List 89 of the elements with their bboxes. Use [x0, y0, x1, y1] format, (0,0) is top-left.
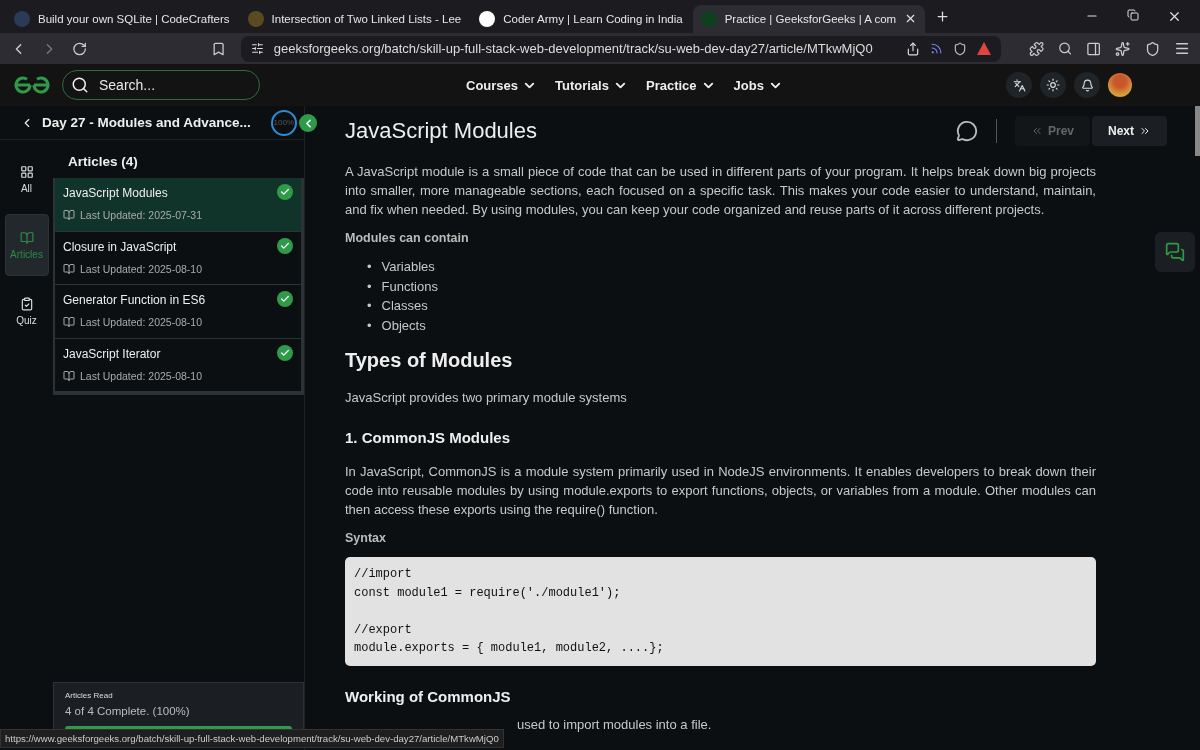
bullet: •: [367, 258, 372, 276]
shield-icon[interactable]: [952, 41, 967, 56]
article-title: JavaScript Iterator: [63, 346, 162, 361]
grid-icon: [19, 164, 34, 179]
reload-icon[interactable]: [72, 40, 88, 57]
nav-menu[interactable]: Courses: [466, 77, 538, 93]
status-url: https://www.geeksforgeeks.org/batch/skill-up-full-stack-web-development/track/su-web-dev-day27/article/MTkwMjQ0: [0, 729, 504, 748]
chat-button[interactable]: [1155, 232, 1195, 272]
progress-text: 4 of 4 Complete. (100%): [65, 705, 191, 717]
site-favicon: [479, 10, 496, 27]
article-item[interactable]: JavaScript Modules Last Updated: 2025-07-31: [55, 178, 301, 232]
updated-date: Last Updated: 2025-08-10: [80, 262, 202, 275]
updated-date: Last Updated: 2025-08-10: [80, 369, 202, 382]
notification-button[interactable]: [1074, 72, 1100, 98]
nav-menu[interactable]: Practice: [645, 77, 716, 93]
sidebar-tab[interactable]: Quiz: [4, 280, 49, 342]
translate-button[interactable]: [1006, 72, 1032, 98]
section-heading: Types of Modules: [345, 349, 514, 372]
browser-tab[interactable]: Coder Army | Learn Coding in India: [471, 4, 691, 33]
browser-tab[interactable]: Practice | GeeksforGeeks | A com: [692, 4, 926, 33]
article-title: JavaScript Modules: [63, 186, 169, 200]
sparkle-icon[interactable]: [1115, 40, 1131, 57]
triangle-icon[interactable]: [976, 42, 991, 55]
paragraph: JavaScript provides two primary module systems: [345, 389, 628, 407]
avatar[interactable]: [1108, 73, 1132, 97]
restore-icon[interactable]: [1127, 9, 1139, 21]
book-icon: [63, 369, 75, 382]
nav-menu[interactable]: Tutorials: [555, 77, 628, 93]
bell-icon: [1080, 78, 1094, 92]
section-label: Modules can contain: [345, 231, 470, 245]
search-icon: [71, 76, 89, 94]
sidebar-tab[interactable]: Articles: [4, 214, 49, 276]
double-chevron-icon: [1139, 125, 1151, 137]
nav-menu[interactable]: Jobs: [733, 77, 783, 93]
list-item: Classes: [381, 297, 428, 315]
article-title: Closure in JavaScript: [63, 239, 178, 254]
site-settings-icon[interactable]: [250, 42, 264, 55]
subsection-heading: 1. CommonJS Modules: [345, 429, 512, 446]
subsection-heading: Working of CommonJS: [345, 687, 512, 705]
translate-icon: [1012, 78, 1026, 92]
list-item: Objects: [381, 316, 426, 335]
theme-button[interactable]: [1040, 72, 1066, 98]
paragraph: In JavaScript, CommonJS is a module system primarily used in NodeJS environments. It enables developers to break down their code into reusable modules by using module.exports to export functions, objects, or variables from a module. Other modules can then access these exports using the require() function.: [345, 463, 1096, 519]
bullet: •: [367, 297, 372, 315]
day-title: Day 27 - Modules and Advance...: [42, 115, 251, 130]
book-icon: [63, 209, 75, 221]
list-item: Variables: [381, 258, 435, 276]
extensions-icon[interactable]: [1028, 40, 1044, 57]
menu-icon[interactable]: [1173, 40, 1190, 57]
collapse-button[interactable]: [299, 114, 317, 132]
address-bar[interactable]: geeksforgeeks.org/batch/skill-up-full-stack-web-development/track/su-web-dev-day27/article/MTkwMjQ0: [240, 35, 1001, 62]
bullet: •: [367, 277, 372, 296]
site-favicon: [247, 10, 264, 27]
book-icon: [19, 230, 34, 245]
site-favicon: [14, 10, 30, 27]
site-favicon: [700, 10, 717, 27]
clipboard-icon: [19, 296, 34, 311]
paragraph: A JavaScript module is a small piece of code that can be used in different parts of your program. It helps break down big projects into smaller, more manageable sections, each focused on a specific task. This makes your code easier to understand, maintain, and fix when needed. By using modules, you can keep your code organized and reuse parts of it across different projects.: [345, 163, 1096, 219]
sidebar-icon[interactable]: [1086, 40, 1102, 57]
book-icon: [63, 262, 75, 275]
comment-icon[interactable]: [956, 120, 978, 142]
article-title: Generator Function in ES6: [63, 293, 207, 307]
browser-tab[interactable]: Intersection of Two Linked Lists - Lee: [239, 4, 470, 33]
search-icon[interactable]: [1057, 41, 1073, 56]
articles-heading: Articles (4): [67, 153, 139, 171]
list-item: used to import modules into a file.: [517, 716, 713, 732]
share-icon[interactable]: [905, 41, 920, 56]
article-heading: JavaScript Modules: [345, 118, 538, 144]
double-chevron-icon: [1031, 125, 1043, 137]
code-block: //import const module1 = require('./module1'); //export module.exports = { module1, module2, ....};: [345, 557, 1096, 666]
search-input[interactable]: Search...: [97, 76, 247, 94]
logo-icon[interactable]: [12, 76, 52, 94]
rss-icon[interactable]: [929, 42, 943, 55]
shield-icon[interactable]: [1144, 40, 1160, 57]
section-label: Syntax: [345, 531, 387, 545]
bullet: •: [367, 316, 372, 335]
close-icon[interactable]: [1167, 9, 1182, 24]
new-tab-icon[interactable]: [935, 9, 951, 24]
next-button[interactable]: Next: [1092, 116, 1167, 146]
list-item: Functions: [381, 277, 438, 296]
sidebar-tab[interactable]: All: [4, 148, 49, 210]
updated-date: Last Updated: 2025-08-10: [80, 316, 202, 328]
book-icon: [63, 316, 75, 328]
updated-date: Last Updated: 2025-07-31: [80, 209, 202, 221]
bookmark-icon[interactable]: [211, 40, 227, 57]
sun-icon: [1046, 78, 1060, 92]
chat-icon: [1165, 242, 1185, 262]
card-label: Articles Read: [65, 691, 114, 700]
browser-tab[interactable]: Build your own SQLite | CodeCrafters: [6, 4, 238, 33]
